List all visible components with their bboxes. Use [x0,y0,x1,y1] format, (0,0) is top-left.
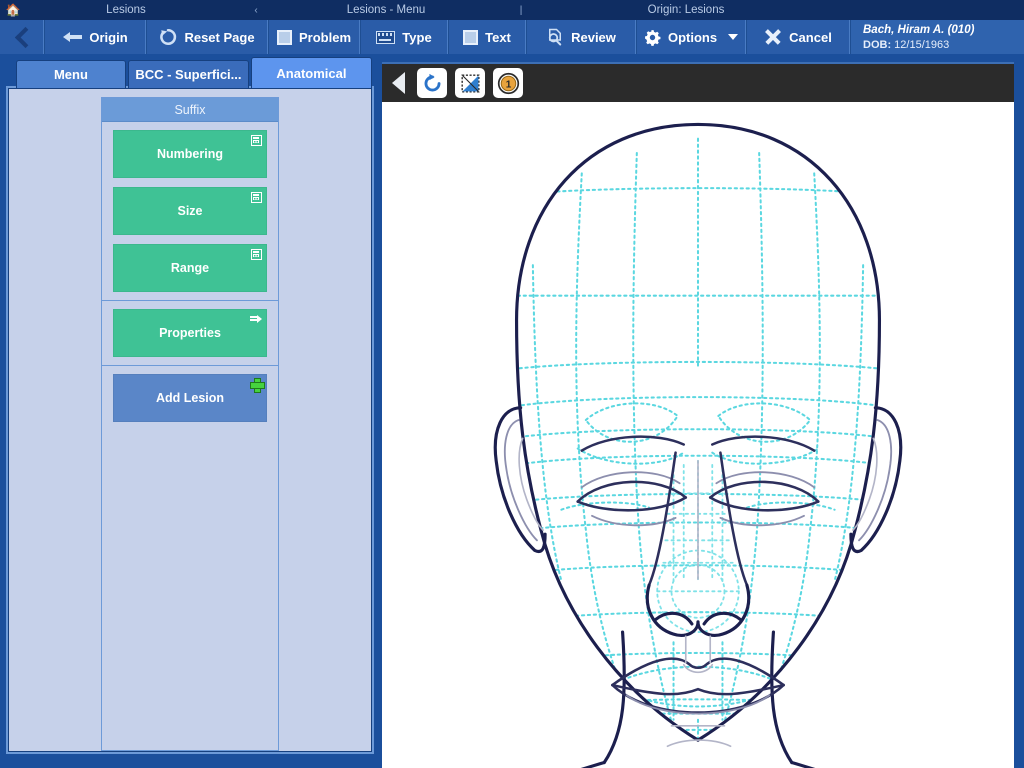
problem-label: Problem [299,29,352,45]
review-button[interactable]: Review [526,20,636,54]
breadcrumb-label: Lesions - Menu [346,4,426,16]
back-button[interactable] [0,20,44,54]
marker-number: 1 [505,79,511,90]
arrow-right-icon [250,313,262,325]
review-label: Review [571,29,616,45]
anatomical-face-diagram: .grid { fill:none; stroke:#5ad7e0; strok… [493,122,903,768]
marker-button[interactable]: 1 [493,68,523,98]
reset-page-label: Reset Page [184,29,255,45]
refresh-icon [159,28,177,46]
triangle-left-icon[interactable] [392,72,405,94]
chevron-left-icon [13,28,31,46]
viewer-toolbar: 1 [382,62,1014,102]
patient-dob: DOB: 12/15/1963 [863,39,1024,51]
tab-menu[interactable]: Menu [16,60,126,88]
breadcrumb-lesions-menu: Lesions - Menu [286,0,486,20]
shoulder-right [790,760,816,768]
chevron-down-icon[interactable] [728,34,739,40]
options-button[interactable]: Options [636,20,746,54]
cancel-label: Cancel [789,29,832,45]
text-button[interactable]: Text [448,20,526,54]
patient-name: Bach, Hiram A. (010) [863,23,975,36]
main-toolbar: Origin Reset Page Problem Type Text Revi… [0,20,1024,56]
eyebrow-left [580,435,686,452]
neck-right [770,630,794,765]
range-label: Range [170,261,210,275]
add-lesion-group: Add Lesion [102,366,278,430]
anatomical-grid [516,137,880,741]
title-bar: 🏠 Lesions ‹ Lesions - Menu | Origin: Les… [0,0,1024,20]
suffix-button-group: Numbering Size Range [102,122,278,301]
properties-group: Properties [102,301,278,366]
close-icon [764,28,782,46]
nose [645,451,751,637]
suffix-label: Suffix [174,102,206,117]
document-search-icon [546,28,564,46]
rotate-icon [424,73,440,91]
tab-strip: Menu BCC - Superfici... Anatomical [8,56,372,88]
arrow-left-icon [62,30,83,44]
tab-menu-label: Menu [53,67,88,82]
add-lesion-label: Add Lesion [155,391,225,405]
breadcrumb-lesions: Lesions [26,0,226,20]
patient-dob-value: 12/15/1963 [894,38,950,51]
image-viewer: 1 .grid { fill:none; stroke:#5ad7e0; str… [380,60,1016,768]
plus-icon [250,377,265,393]
ear-right [849,406,903,554]
philtrum [684,635,712,664]
tab-anatomical[interactable]: Anatomical [250,57,372,88]
neck-left [602,630,626,765]
origin-label: Origin [89,29,128,45]
range-button[interactable]: Range [113,244,267,292]
shoulder-left [580,760,606,768]
marker-number-icon: 1 [497,72,519,94]
rotate-button[interactable] [417,68,447,98]
tab-bcc-superficial[interactable]: BCC - Superfici... [127,60,249,88]
breadcrumb-separator-1: ‹ [254,4,258,16]
ear-left [493,406,547,554]
sidebar-column: Suffix Numbering Size Range Properties A… [101,97,279,751]
type-button[interactable]: Type [360,20,448,54]
tab-anatomical-label: Anatomical [276,65,347,81]
face-diagram-canvas[interactable]: .grid { fill:none; stroke:#5ad7e0; strok… [382,102,1014,768]
sidebar-panel: Suffix Numbering Size Range Properties A… [8,88,372,752]
properties-label: Properties [159,326,221,340]
patient-dob-label: DOB: [863,38,892,51]
calculator-icon [250,191,262,203]
size-button[interactable]: Size [113,187,267,235]
text-label: Text [485,29,511,45]
reset-page-button[interactable]: Reset Page [146,20,268,54]
square-icon [277,29,292,45]
properties-button[interactable]: Properties [113,309,267,357]
breadcrumb-separator-2: | [519,4,523,16]
contrast-icon [460,73,480,93]
calculator-icon [250,134,262,146]
right-pane: 1 .grid { fill:none; stroke:#5ad7e0; str… [380,56,1024,768]
calculator-icon [250,248,262,260]
left-pane: Menu BCC - Superfici... Anatomical Suffi… [0,56,380,768]
breadcrumb-label: Lesions [106,4,146,16]
breadcrumb-label: Origin: Lesions [647,4,725,16]
numbering-button[interactable]: Numbering [113,130,267,178]
breadcrumb-origin-lesions: Origin: Lesions [556,0,816,20]
home-icon[interactable]: 🏠 [0,3,26,17]
problem-button[interactable]: Problem [268,20,360,54]
square-icon [463,29,479,45]
options-label: Options [667,29,718,45]
numbering-label: Numbering [157,147,223,161]
type-label: Type [402,29,432,45]
eyebrow-right [710,435,816,452]
patient-info-panel: Bach, Hiram A. (010) DOB: 12/15/1963 [850,20,1024,54]
size-label: Size [177,204,203,218]
cancel-button[interactable]: Cancel [746,20,850,54]
main-body: Menu BCC - Superfici... Anatomical Suffi… [0,56,1024,768]
tab-bcc-label: BCC - Superfici... [135,67,242,82]
keyboard-icon [376,30,396,44]
gear-icon [644,29,661,46]
contrast-button[interactable] [455,68,485,98]
suffix-group-header: Suffix [102,98,278,122]
origin-button[interactable]: Origin [44,20,146,54]
add-lesion-button[interactable]: Add Lesion [113,374,267,422]
